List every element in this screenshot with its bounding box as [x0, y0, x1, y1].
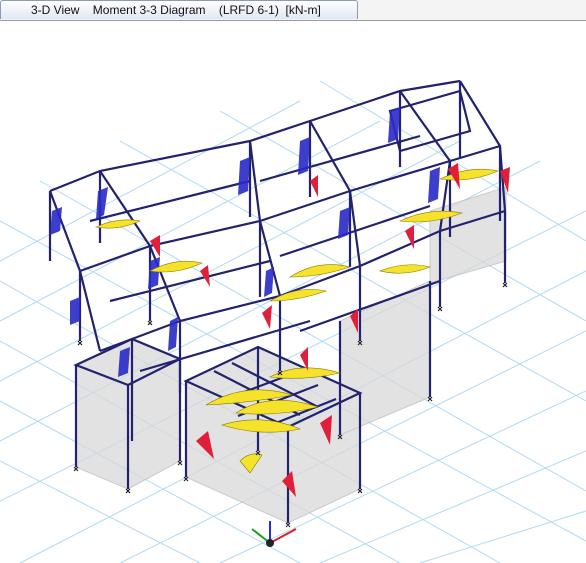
model-viewport[interactable] — [0, 21, 586, 563]
axis-triad-icon — [251, 521, 297, 547]
view-tab-3d-moment[interactable]: 3-D View Moment 3-3 Diagram (LRFD 6-1) [… — [0, 0, 358, 19]
model-canvas[interactable] — [0, 21, 586, 563]
view-tab-bar: 3-D View Moment 3-3 Diagram (LRFD 6-1) [… — [0, 0, 586, 21]
model-window: 3-D View Moment 3-3 Diagram (LRFD 6-1) [… — [0, 0, 586, 563]
